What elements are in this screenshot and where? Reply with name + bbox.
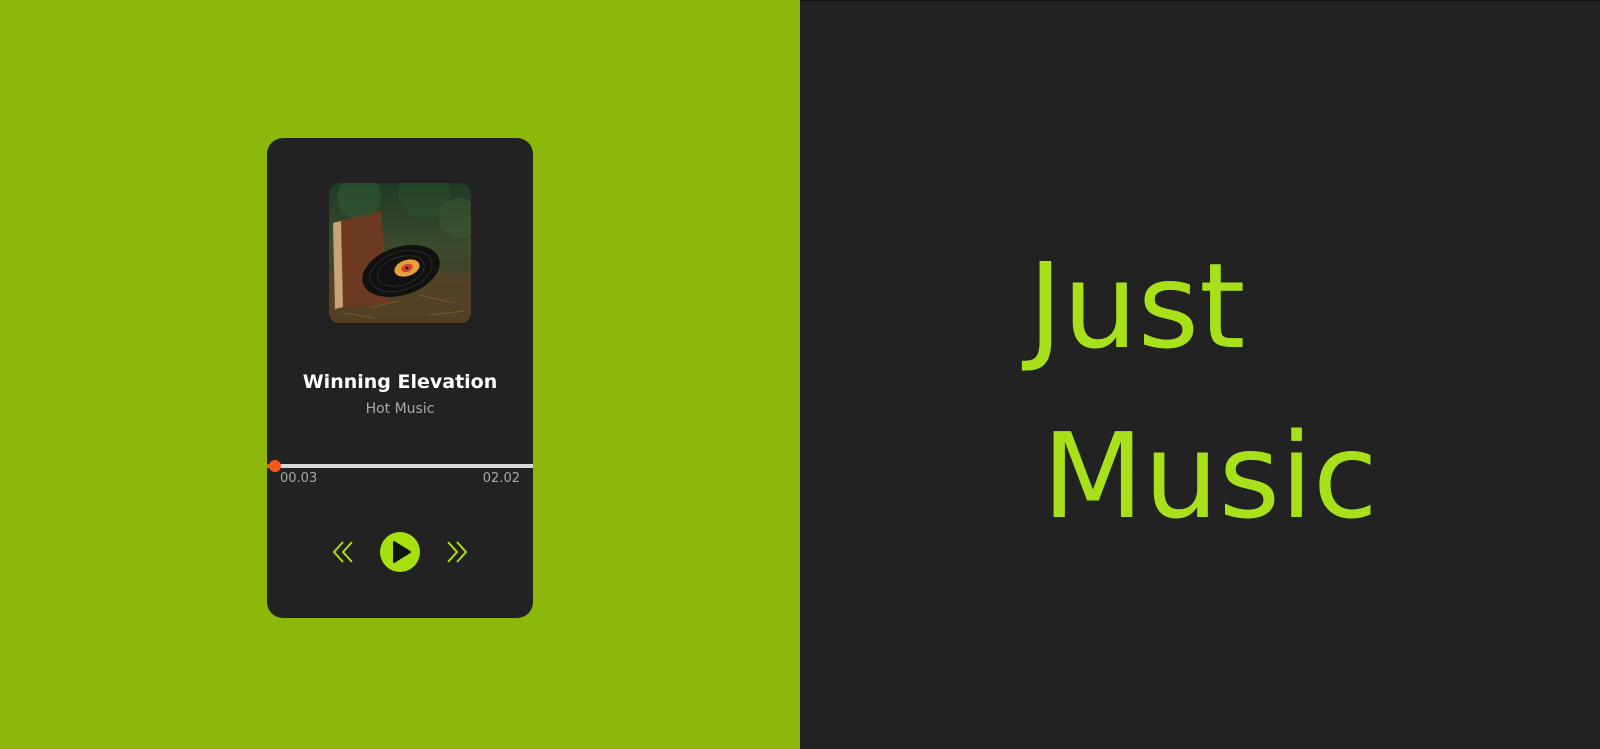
time-current: 00.03: [280, 471, 318, 486]
track-title: Winning Elevation: [302, 371, 498, 393]
hero-line-2: Music: [1042, 407, 1378, 545]
playback-controls: [267, 532, 533, 572]
progress-bar[interactable]: [267, 460, 533, 472]
track-artist: Hot Music: [365, 401, 435, 417]
previous-track-button[interactable]: [331, 540, 357, 564]
double-chevron-left-icon: [332, 541, 353, 563]
hero-headline: Just Music: [1028, 221, 1378, 561]
next-track-button[interactable]: [443, 540, 469, 564]
play-icon: [393, 541, 411, 563]
hero-line-1: Just: [1028, 237, 1246, 375]
play-button[interactable]: [380, 532, 420, 572]
page: Winning Elevation Hot Music 00.03 02.02: [0, 0, 1600, 749]
time-total: 02.02: [482, 471, 520, 486]
left-pane: Winning Elevation Hot Music 00.03 02.02: [0, 0, 800, 749]
double-chevron-right-icon: [447, 541, 468, 563]
right-pane: Just Music: [800, 0, 1600, 749]
vinyl-record-album-art-icon: [329, 183, 471, 323]
album-art: [329, 183, 471, 323]
music-player-card: Winning Elevation Hot Music 00.03 02.02: [267, 138, 533, 618]
